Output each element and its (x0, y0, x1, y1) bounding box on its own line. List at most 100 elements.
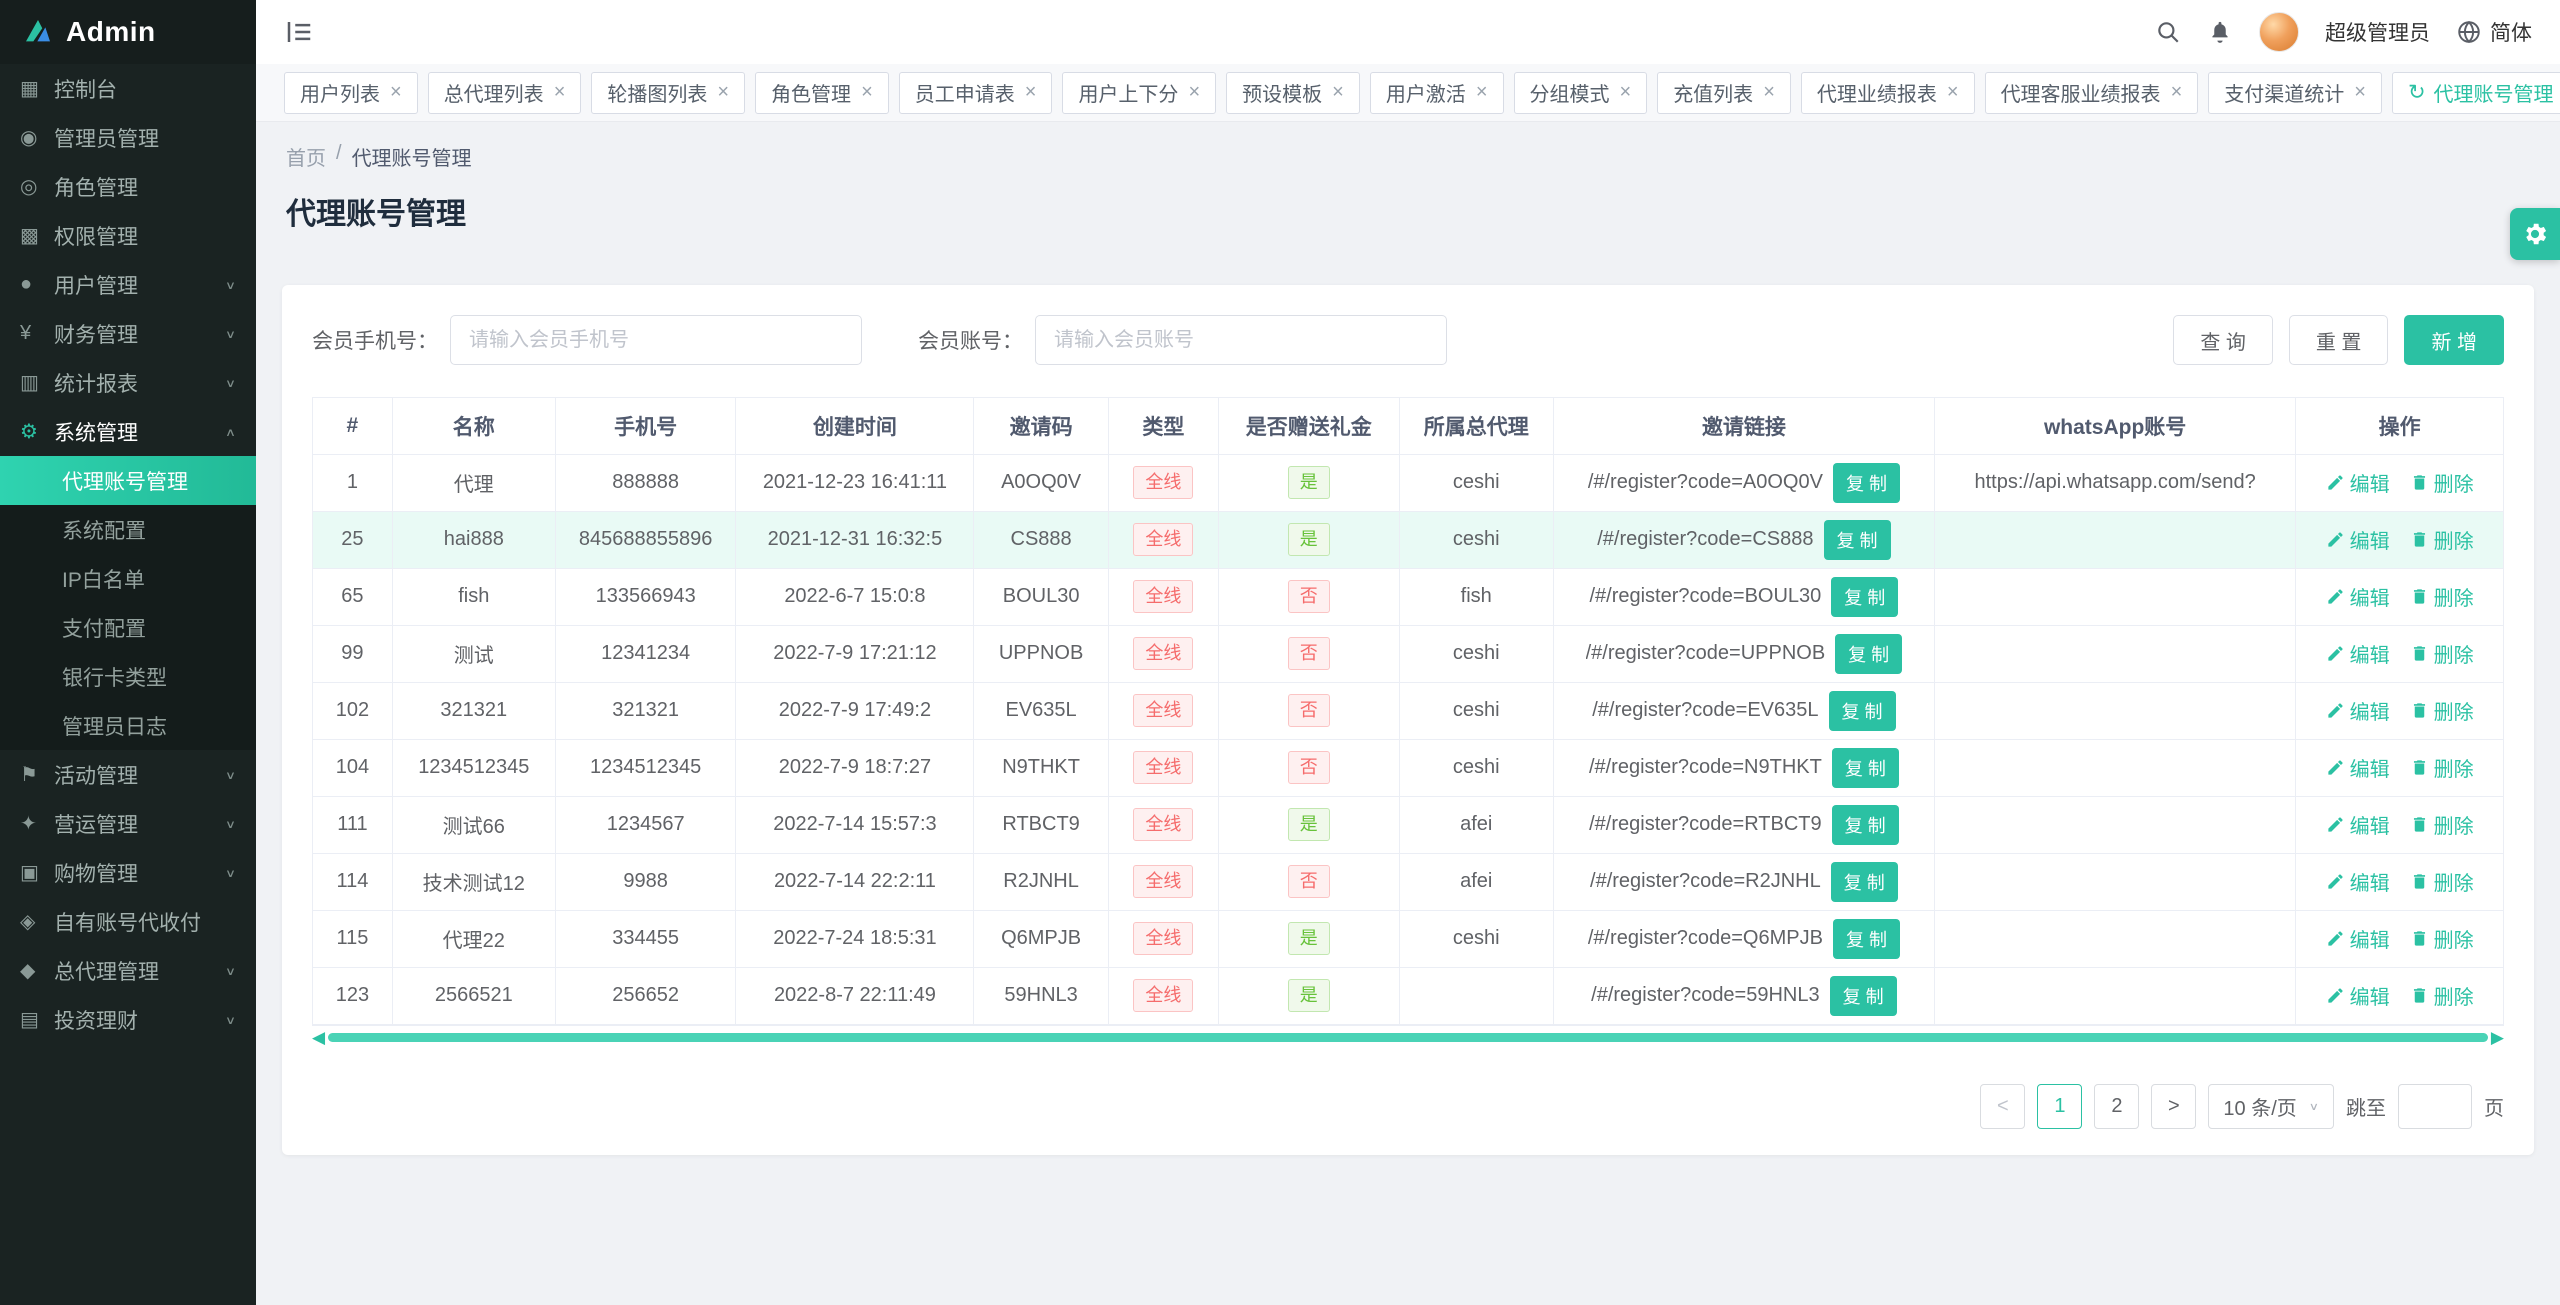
copy-button[interactable]: 复 制 (1832, 748, 1899, 788)
sidebar-item[interactable]: 管理员日志 (0, 701, 256, 750)
tab[interactable]: 员工申请表 × (899, 72, 1053, 114)
copy-button[interactable]: 复 制 (1830, 976, 1897, 1016)
copy-button[interactable]: 复 制 (1835, 634, 1902, 674)
delete-button[interactable]: 删除 (2410, 468, 2474, 497)
tab-close-icon[interactable]: × (1476, 81, 1488, 104)
tab-close-icon[interactable]: × (390, 81, 402, 104)
tab-close-icon[interactable]: × (1332, 81, 1344, 104)
sidebar-item[interactable]: 代理账号管理 (0, 456, 256, 505)
scroll-left-icon[interactable]: ◀ (312, 1029, 325, 1046)
tab[interactable]: 充值列表 × (1657, 72, 1791, 114)
edit-button[interactable]: 编辑 (2326, 753, 2390, 782)
copy-button[interactable]: 复 制 (1832, 805, 1899, 845)
delete-button[interactable]: 删除 (2410, 810, 2474, 839)
settings-gear-button[interactable] (2510, 208, 2560, 260)
phone-filter-input[interactable] (450, 315, 862, 365)
tab[interactable]: 用户上下分 × (1062, 72, 1216, 114)
copy-button[interactable]: 复 制 (1833, 919, 1900, 959)
tab[interactable]: 分组模式 × (1514, 72, 1648, 114)
delete-button[interactable]: 删除 (2410, 924, 2474, 953)
tab[interactable]: 代理客服业绩报表 × (1985, 72, 2199, 114)
search-button[interactable]: 查 询 (2173, 315, 2273, 365)
reset-button[interactable]: 重 置 (2289, 315, 2389, 365)
sidebar-item[interactable]: ▣ 购物管理 ∨ (0, 848, 256, 897)
tab[interactable]: 轮播图列表 × (591, 72, 745, 114)
edit-button[interactable]: 编辑 (2326, 981, 2390, 1010)
edit-button[interactable]: 编辑 (2326, 582, 2390, 611)
sidebar-item[interactable]: ◉ 管理员管理 (0, 113, 256, 162)
sidebar-item[interactable]: ▦ 控制台 (0, 64, 256, 113)
tab-close-icon[interactable]: × (717, 81, 729, 104)
delete-button[interactable]: 删除 (2410, 981, 2474, 1010)
tab-close-icon[interactable]: × (1188, 81, 1200, 104)
tab[interactable]: ↻ 代理账号管理 × (2392, 72, 2560, 114)
delete-button[interactable]: 删除 (2410, 639, 2474, 668)
add-button[interactable]: 新 增 (2404, 315, 2504, 365)
sidebar-item[interactable]: ✦ 营运管理 ∨ (0, 799, 256, 848)
tab[interactable]: 代理业绩报表 × (1801, 72, 1975, 114)
prev-page-button[interactable]: < (1980, 1084, 2025, 1129)
jump-page-input[interactable] (2398, 1084, 2472, 1129)
sidebar-item[interactable]: ▩ 权限管理 (0, 211, 256, 260)
scroll-right-icon[interactable]: ▶ (2491, 1029, 2504, 1046)
tab-close-icon[interactable]: × (554, 81, 566, 104)
breadcrumb-home[interactable]: 首页 (286, 142, 326, 171)
tab-close-icon[interactable]: × (1763, 81, 1775, 104)
bell-icon[interactable] (2207, 19, 2233, 45)
tab[interactable]: 总代理列表 × (428, 72, 582, 114)
edit-button[interactable]: 编辑 (2326, 525, 2390, 554)
account-filter-input[interactable] (1035, 315, 1447, 365)
copy-button[interactable]: 复 制 (1824, 520, 1891, 560)
delete-button[interactable]: 删除 (2410, 867, 2474, 896)
copy-button[interactable]: 复 制 (1829, 691, 1896, 731)
sidebar-item[interactable]: ◎ 角色管理 (0, 162, 256, 211)
sidebar-item[interactable]: ● 用户管理 ∨ (0, 260, 256, 309)
horizontal-scrollbar[interactable]: ◀ ▶ (312, 1029, 2504, 1046)
sidebar-item[interactable]: ⚑ 活动管理 ∨ (0, 750, 256, 799)
copy-button[interactable]: 复 制 (1831, 577, 1898, 617)
sidebar-item[interactable]: ◆ 总代理管理 ∨ (0, 946, 256, 995)
tab[interactable]: 用户列表 × (284, 72, 418, 114)
search-icon[interactable] (2155, 19, 2181, 45)
tab-close-icon[interactable]: × (1947, 81, 1959, 104)
sidebar-item[interactable]: 系统配置 (0, 505, 256, 554)
language-switcher[interactable]: 简体 (2456, 17, 2532, 47)
edit-button[interactable]: 编辑 (2326, 468, 2390, 497)
sidebar-item[interactable]: ⚙ 系统管理 ∧ (0, 407, 256, 456)
sidebar-item[interactable]: 支付配置 (0, 603, 256, 652)
delete-button[interactable]: 删除 (2410, 582, 2474, 611)
tab[interactable]: 用户激活 × (1370, 72, 1504, 114)
tab[interactable]: 预设模板 × (1226, 72, 1360, 114)
scrollbar-thumb[interactable] (328, 1033, 2488, 1042)
edit-button[interactable]: 编辑 (2326, 810, 2390, 839)
tab-close-icon[interactable]: × (861, 81, 873, 104)
sidebar-item[interactable]: ◈ 自有账号代收付 (0, 897, 256, 946)
page-size-select[interactable]: 10 条/页 ∨ (2208, 1084, 2334, 1129)
tab-close-icon[interactable]: × (2171, 81, 2183, 104)
sidebar-item[interactable]: IP白名单 (0, 554, 256, 603)
tab[interactable]: 角色管理 × (755, 72, 889, 114)
collapse-menu-icon[interactable] (284, 17, 314, 47)
delete-button[interactable]: 删除 (2410, 753, 2474, 782)
sidebar-item[interactable]: ▥ 统计报表 ∨ (0, 358, 256, 407)
edit-button[interactable]: 编辑 (2326, 924, 2390, 953)
copy-button[interactable]: 复 制 (1831, 862, 1898, 902)
copy-button[interactable]: 复 制 (1833, 463, 1900, 503)
edit-button[interactable]: 编辑 (2326, 867, 2390, 896)
avatar[interactable] (2259, 12, 2299, 52)
sidebar-menu: ▦ 控制台 ◉ 管理员管理 ◎ 角色管理 ▩ 权限管理 (0, 64, 256, 1044)
delete-button[interactable]: 删除 (2410, 696, 2474, 725)
page-number[interactable]: 2 (2094, 1084, 2139, 1129)
tab-close-icon[interactable]: × (1620, 81, 1632, 104)
tab-close-icon[interactable]: × (1025, 81, 1037, 104)
sidebar-item[interactable]: ¥ 财务管理 ∨ (0, 309, 256, 358)
delete-button[interactable]: 删除 (2410, 525, 2474, 554)
sidebar-item[interactable]: ▤ 投资理财 ∨ (0, 995, 256, 1044)
tab-close-icon[interactable]: × (2354, 81, 2366, 104)
sidebar-item[interactable]: 银行卡类型 (0, 652, 256, 701)
tab[interactable]: 支付渠道统计 × (2208, 72, 2382, 114)
edit-button[interactable]: 编辑 (2326, 639, 2390, 668)
page-number[interactable]: 1 (2037, 1084, 2082, 1129)
edit-button[interactable]: 编辑 (2326, 696, 2390, 725)
next-page-button[interactable]: > (2151, 1084, 2196, 1129)
